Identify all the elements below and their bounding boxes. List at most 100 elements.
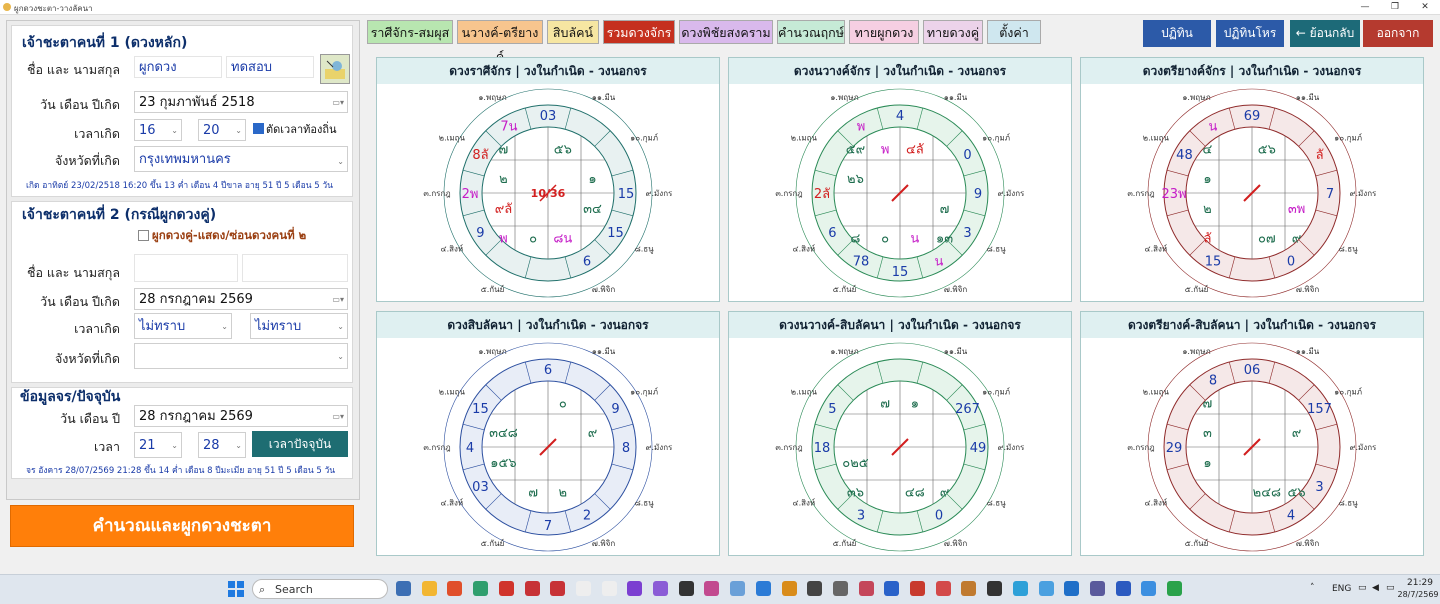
tab-6[interactable]: คำนวณฤกษ์	[777, 20, 845, 44]
current-hour-select[interactable]: 21 ⌄	[134, 432, 182, 458]
close-icon[interactable]: ✕	[1410, 0, 1440, 14]
sync-icon[interactable]	[1038, 581, 1054, 596]
tab-1[interactable]: ราศีจักร-สมผุส	[367, 20, 453, 44]
house-label: ๑๑.มีน	[592, 347, 616, 356]
tab-4[interactable]: รวมดวงจักร	[603, 20, 675, 44]
openai-icon[interactable]	[678, 581, 694, 596]
clock-app2-icon[interactable]	[601, 581, 617, 596]
local-time-checkbox[interactable]	[253, 123, 264, 134]
outer-value: 2พ	[462, 187, 479, 202]
minimize-icon[interactable]: —	[1350, 0, 1380, 14]
task-view-icon[interactable]	[396, 581, 411, 596]
last-name2-input[interactable]	[242, 254, 348, 282]
birthdate-label: วัน เดือน ปีเกิด	[40, 97, 120, 112]
zodiac-wheel: ๑.เมษ๑๑.มีน๑๐.กุมภ์๙.มังกร๘.ธนู๗.พิจิก๖.…	[423, 85, 673, 298]
last-name-input[interactable]: ทดสอบ	[226, 56, 314, 78]
birth-hour-select[interactable]: 16 ⌄	[134, 119, 182, 141]
calendar-icon[interactable]: ▭▾	[332, 289, 344, 311]
action-button-1[interactable]: ปฏิทิน	[1143, 20, 1211, 47]
vs-code-icon[interactable]	[653, 581, 668, 596]
clock-date[interactable]: 28/7/2569	[1396, 590, 1440, 599]
house-label: ๘.ธนู	[635, 245, 655, 255]
settings-icon[interactable]	[781, 581, 797, 596]
province2-select[interactable]: ⌄	[134, 343, 348, 369]
pair-chart-checkbox[interactable]	[138, 230, 149, 241]
xcode-icon[interactable]	[755, 581, 771, 596]
calculator-icon[interactable]	[730, 581, 746, 596]
language-indicator[interactable]: ENG	[1332, 584, 1351, 594]
inner-value: ๗	[528, 486, 538, 501]
birth-minute-select[interactable]: 20 ⌄	[198, 119, 246, 141]
coin-icon[interactable]	[961, 581, 977, 596]
house-label: ๑๑.มีน	[1296, 93, 1320, 102]
birthdate-value: 23 กุมภาพันธ์ 2518	[139, 95, 255, 110]
birthdate-picker[interactable]: 23 กุมภาพันธ์ 2518 ▭▾	[134, 91, 348, 113]
inner-value: ๔๘	[905, 486, 925, 501]
birth-hour2-select[interactable]: ไม่ทราบ ⌄	[134, 313, 232, 339]
tab-3[interactable]: สิบลัคน์	[547, 20, 599, 44]
outlook-icon[interactable]	[1064, 581, 1080, 596]
maximize-icon[interactable]: ❐	[1380, 0, 1410, 14]
network-icon[interactable]: ▭	[1358, 583, 1367, 593]
birth-minute2-select[interactable]: ไม่ทราบ ⌄	[250, 313, 348, 339]
edge-icon[interactable]	[473, 581, 489, 596]
extra-icon[interactable]	[1167, 581, 1182, 596]
clock-time[interactable]: 21:29	[1404, 578, 1436, 588]
outer-value: 78	[853, 255, 870, 270]
house-label: ๑๐.กุมภ์	[982, 387, 1010, 397]
house-label: ๑.พฤษภ	[478, 93, 506, 102]
tab-8[interactable]: ทายดวงคู่	[923, 20, 983, 44]
outer-value: 5	[828, 402, 836, 417]
chrome-icon[interactable]	[447, 581, 463, 596]
action-button-2[interactable]: ปฏิทินโหร	[1216, 20, 1284, 47]
taskbar-search[interactable]: ⌕ Search	[252, 579, 388, 599]
file-explorer-icon[interactable]	[421, 581, 437, 596]
media-icon[interactable]	[807, 581, 823, 596]
word-icon[interactable]	[884, 581, 900, 596]
clock-app-icon[interactable]	[575, 581, 591, 596]
birthdate2-picker[interactable]: 28 กรกฎาคม 2569 ▭▾	[134, 288, 348, 310]
province-select[interactable]: กรุงเทพมหานคร ⌄	[134, 146, 348, 172]
tab-9[interactable]: ตั้งค่า	[987, 20, 1041, 44]
action-button-3[interactable]: ← ย้อนกลับ	[1290, 20, 1360, 47]
birthdate2-label: วัน เดือน ปีเกิด	[40, 294, 120, 309]
tab-2[interactable]: นวางค์-ตรียางค์	[457, 20, 543, 64]
battery-icon[interactable]: ▭	[1386, 583, 1395, 593]
first-name2-input[interactable]	[134, 254, 238, 282]
inner-value: ๐๒๕	[842, 456, 869, 471]
house-label: ๘.ธนู	[1339, 499, 1359, 509]
app-blue-icon[interactable]	[1115, 581, 1131, 596]
calendar-icon[interactable]: ▭▾	[332, 406, 344, 428]
house-label: ๗.พิจิก	[1296, 539, 1320, 548]
line-app-icon[interactable]	[1141, 581, 1157, 596]
globe-icon[interactable]	[1012, 581, 1028, 596]
app-1-icon[interactable]	[524, 581, 540, 596]
terminal-icon[interactable]	[987, 581, 1003, 596]
app-red-icon[interactable]	[498, 581, 514, 596]
visual-studio-icon[interactable]	[627, 581, 643, 596]
house-label: ๗.พิจิก	[1296, 285, 1320, 294]
chart-panel-1: ดวงราศีจักร | วงในกำเนิด - วงนอกจร๑.เมษ๑…	[376, 57, 720, 302]
current-time-button[interactable]: เวลาปัจจุบัน	[252, 431, 348, 457]
province-label: จังหวัดที่เกิด	[54, 153, 120, 168]
tab-7[interactable]: ทายผูกดวง	[849, 20, 919, 44]
calculate-button[interactable]: คำนวณและผูกดวงชะตา	[10, 505, 354, 547]
current-minute-select[interactable]: 28 ⌄	[198, 432, 246, 458]
profile-image-button[interactable]	[320, 54, 350, 84]
tab-5[interactable]: ดวงพิชัยสงคราม	[679, 20, 773, 44]
app-2-icon[interactable]	[550, 581, 566, 596]
tray-chevron-icon[interactable]: ˄	[1310, 583, 1315, 593]
first-name-input[interactable]: ผูกดวง	[134, 56, 222, 78]
volume-icon[interactable]: ◀	[1372, 583, 1379, 593]
current-date-picker[interactable]: 28 กรกฎาคม 2569 ▭▾	[134, 405, 348, 427]
windows-start-icon[interactable]	[228, 581, 244, 597]
notepad-icon[interactable]	[832, 581, 848, 596]
pdf-icon[interactable]	[858, 581, 874, 596]
teams-icon[interactable]	[1089, 581, 1105, 596]
app-thai-icon[interactable]	[910, 581, 925, 596]
outer-value: 15	[1205, 255, 1222, 270]
action-button-4[interactable]: ออกจาก	[1363, 20, 1433, 47]
game-icon[interactable]	[935, 581, 951, 596]
calendar-icon[interactable]: ▭▾	[332, 92, 344, 114]
photos-icon[interactable]	[704, 581, 720, 596]
